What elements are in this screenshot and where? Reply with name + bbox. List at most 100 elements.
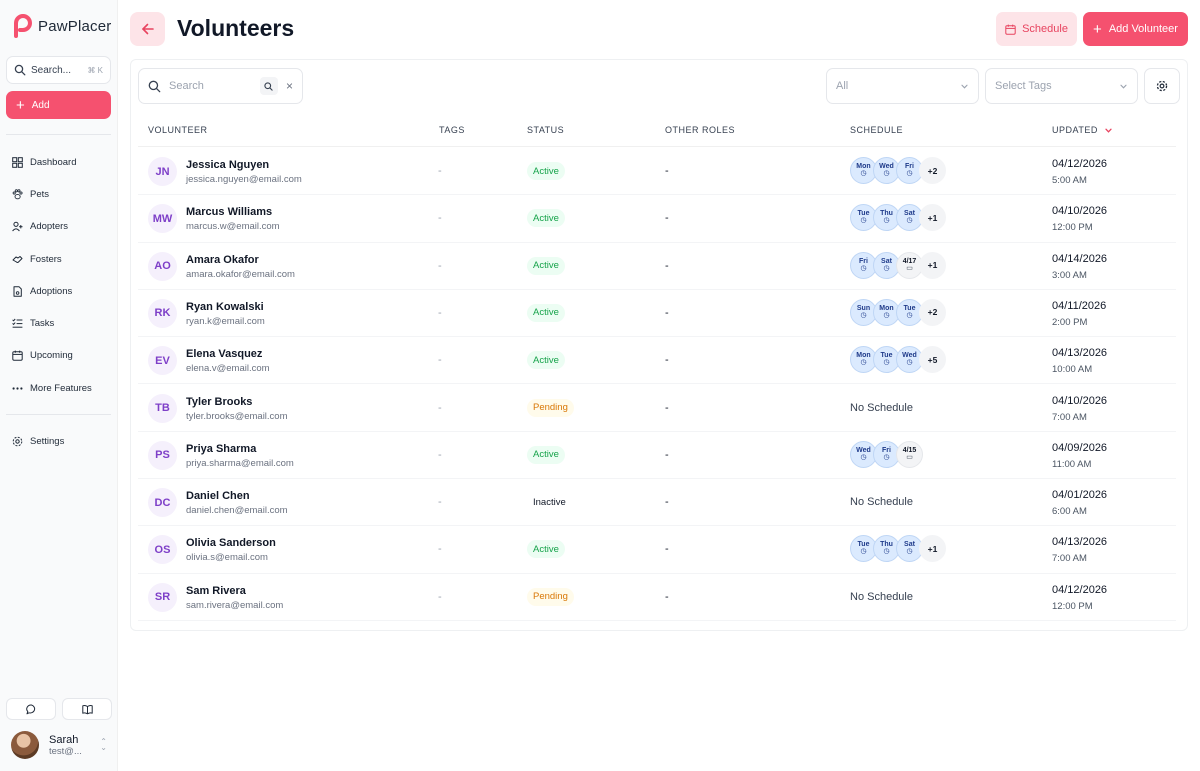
schedule-more-chip[interactable]: +2 [919,157,946,184]
sidebar-item-adopters[interactable]: Adopters [12,218,68,234]
volunteer-name[interactable]: Ryan Kowalski [186,301,264,313]
schedule-day-label: Tue [857,210,870,218]
schedule-chips[interactable]: Wed ◷ Fri ◷ 4/15 ▭ [850,440,923,468]
other-roles-cell: - [665,354,669,367]
schedule-day-label: Fri [859,257,868,265]
table-row[interactable]: OS Olivia Sanderson olivia.s@email.com - Act… [138,526,1176,574]
table-row[interactable]: MW Marcus Williams marcus.w@email.com - Acti… [138,195,1176,243]
sidebar-item-more-features[interactable]: More Features [12,380,92,396]
volunteer-initials-avatar: AO [148,251,177,281]
schedule-more-chip[interactable]: +1 [919,251,946,279]
tags-filter-select[interactable]: Select Tags [985,68,1138,104]
schedule-day-label: Thu [880,541,893,549]
updated-date: 04/13/2026 [1052,347,1108,360]
table-row[interactable]: RK Ryan Kowalski ryan.k@email.com - Active - S… [138,290,1176,338]
pawplacer-logo-icon [14,14,32,38]
volunteer-initials-avatar: JN [148,157,177,186]
schedule-more-chip[interactable]: +5 [919,346,946,374]
schedule-chips[interactable]: Mon ◷ Tue ◷ Wed ◷ +5 [850,346,946,374]
schedule-chips[interactable]: Mon ◷ Wed ◷ Fri ◷ +2 [850,157,946,184]
column-header-volunteer[interactable]: VOLUNTEER [148,125,208,135]
status-filter-select[interactable]: All [826,68,979,104]
volunteer-name[interactable]: Amara Okafor [186,254,259,266]
table-search[interactable]: Search × [138,68,303,104]
schedule-more-chip[interactable]: +2 [919,298,946,326]
app-logo[interactable]: PawPlacer [12,14,112,38]
table-row[interactable]: JN Jessica Nguyen jessica.nguyen@email.com… [138,148,1176,196]
schedule-chips[interactable]: Sun ◷ Mon ◷ Tue ◷ +2 [850,298,946,326]
calendar-icon: ▭ [906,453,913,461]
schedule-chips[interactable]: Fri ◷ Sat ◷ 4/17 ▭ +1 [850,251,946,279]
table-row[interactable]: DC Daniel Chen daniel.chen@email.com - Inact… [138,479,1176,527]
schedule-day-label: Tue [857,541,870,549]
chat-button[interactable] [6,698,56,720]
table-row[interactable]: PS Priya Sharma priya.sharma@email.com - Act… [138,432,1176,480]
docs-button[interactable] [62,698,112,720]
paw-icon [12,188,23,199]
volunteer-initials-avatar: SR [148,582,177,612]
add-volunteer-button[interactable]: + Add Volunteer [1083,12,1188,46]
sidebar-search[interactable]: Search... ⌘ K [6,56,111,84]
volunteer-name[interactable]: Elena Vasquez [186,348,262,360]
sidebar-item-tasks[interactable]: Tasks [12,315,54,331]
volunteer-name[interactable]: Priya Sharma [186,443,256,455]
table-row[interactable]: TB Tyler Brooks tyler.brooks@email.com - Pen… [138,385,1176,432]
user-email: test@... [49,745,82,757]
sidebar-item-fosters[interactable]: Fosters [12,251,62,267]
schedule-day-label: Thu [880,210,893,218]
volunteer-name[interactable]: Marcus Williams [186,206,272,218]
column-header-tags[interactable]: TAGS [439,125,465,135]
schedule-more-chip[interactable]: +1 [919,535,946,563]
clock-icon: ◷ [906,311,913,319]
back-button[interactable] [130,12,165,46]
table-row[interactable]: EV Elena Vasquez elena.v@email.com - Active -… [138,337,1176,385]
clear-icon[interactable]: × [286,79,293,93]
search-icon [14,64,26,76]
volunteer-name[interactable]: Olivia Sanderson [186,537,276,549]
table-settings-button[interactable] [1144,68,1180,104]
schedule-date-chip[interactable]: 4/15 ▭ [896,440,923,468]
column-header-other-roles[interactable]: OTHER ROLES [665,125,735,135]
schedule-more-chip[interactable]: +1 [919,204,946,232]
sidebar-item-adoptions[interactable]: Adoptions [12,283,72,299]
sidebar-item-label: More Features [30,382,92,394]
volunteer-name[interactable]: Sam Rivera [186,585,246,597]
status-badge: Active [527,256,565,275]
status-badge: Active [527,351,565,370]
schedule-day-label: Wed [902,352,917,360]
table-row[interactable]: SR Sam Rivera sam.rivera@email.com - Pending… [138,574,1176,621]
schedule-day-label: Tue [880,352,893,360]
volunteer-name[interactable]: Daniel Chen [186,490,250,502]
schedule-chips[interactable]: Tue ◷ Thu ◷ Sat ◷ +1 [850,535,946,563]
sidebar-item-label: Fosters [30,253,62,265]
schedule-chips[interactable]: Tue ◷ Thu ◷ Sat ◷ +1 [850,204,946,232]
schedule-day-label: Mon [856,352,871,360]
schedule-button[interactable]: Schedule [996,12,1077,46]
schedule-day-label: Sun [856,304,871,312]
sidebar-item-pets[interactable]: Pets [12,186,49,202]
user-menu[interactable]: Sarah test@... ⌃ ⌄ [11,731,107,759]
volunteer-name[interactable]: Tyler Brooks [186,396,252,408]
no-schedule-text: No Schedule [850,401,913,414]
schedule-day-label: Mon [856,163,871,170]
sidebar-item-settings[interactable]: Settings [12,433,64,449]
sidebar-item-upcoming[interactable]: Upcoming [12,347,73,363]
clock-icon: ◷ [860,217,867,225]
plus-icon: + [1093,20,1102,38]
sidebar-add-button[interactable]: + Add [6,91,111,119]
column-header-status[interactable]: STATUS [527,125,564,135]
updated-date: 04/10/2026 [1052,394,1108,407]
table-row[interactable]: AO Amara Okafor amara.okafor@email.com - Act… [138,243,1176,290]
no-schedule-text: No Schedule [850,590,913,603]
volunteer-name[interactable]: Jessica Nguyen [186,159,269,171]
tags-filter-value: Select Tags [995,80,1052,92]
volunteer-email: sam.rivera@email.com [186,599,284,611]
user-info: Sarah test@... [49,734,82,757]
column-header-updated[interactable]: UPDATED [1052,125,1113,135]
sidebar-item-dashboard[interactable]: Dashboard [12,154,76,170]
search-input[interactable]: Search [169,80,252,92]
list-check-icon [12,318,23,328]
other-roles-cell: - [665,590,669,603]
search-submit-button[interactable] [259,77,278,95]
column-header-schedule[interactable]: SCHEDULE [850,125,903,135]
